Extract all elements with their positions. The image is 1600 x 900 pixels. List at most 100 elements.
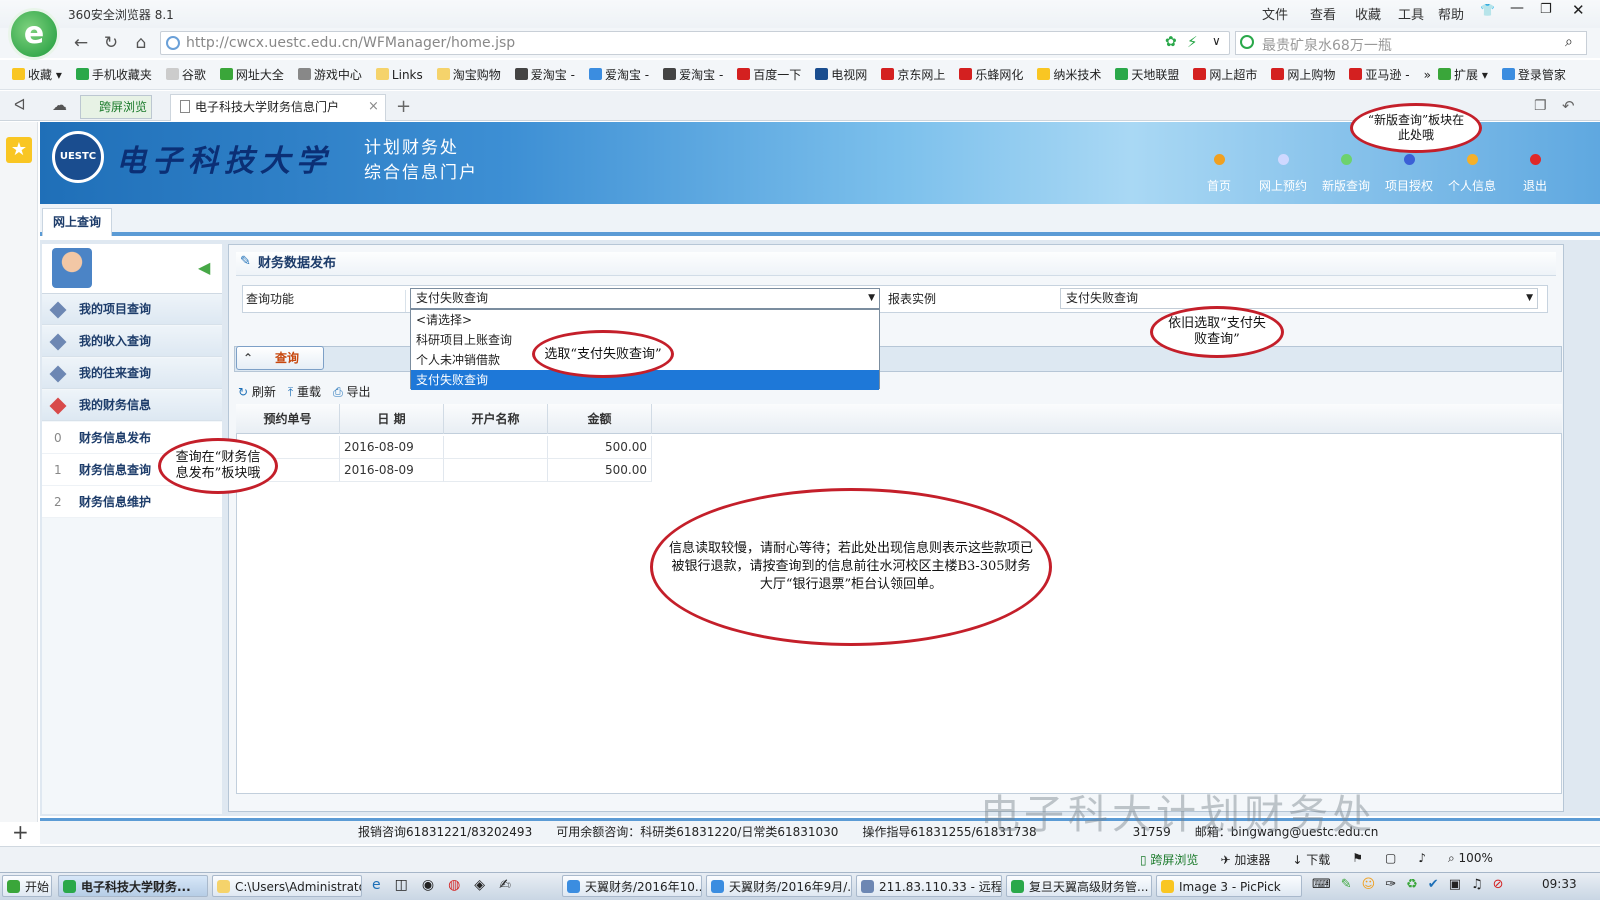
maximize-icon[interactable]: ❐ (1540, 2, 1552, 17)
tab-cross-screen[interactable]: 跨屏浏览 (80, 95, 152, 119)
bookmark-item[interactable]: 电视网 (815, 66, 867, 83)
task-folder-sep[interactable]: 天翼财务/2016年9月/... (706, 875, 852, 897)
star-icon[interactable]: ★ (6, 137, 32, 163)
extensions-button[interactable]: 扩展 ▾ (1438, 66, 1488, 83)
dropdown-arrow-icon[interactable]: ▼ (1526, 289, 1533, 308)
nav-personal-info[interactable]: 个人信息 (1445, 154, 1499, 194)
tray-icon[interactable]: ✎ (1341, 877, 1352, 892)
bookmark-item[interactable]: Links (375, 67, 423, 82)
speed-icon[interactable]: ⚡ (1187, 33, 1198, 51)
menu-favorites[interactable]: 收藏 (1355, 4, 1381, 23)
reload-button[interactable]: ⤒ 重载 (288, 383, 321, 400)
bookmark-item[interactable]: 收藏 ▾ (12, 66, 62, 83)
bookmark-item[interactable]: 谷歌 (165, 66, 206, 83)
bookmark-item[interactable]: 网上超市 (1193, 66, 1257, 83)
bookmark-item[interactable]: 亚马逊 - (1349, 66, 1410, 83)
tray-icon[interactable]: ♻ (1406, 877, 1418, 892)
bookmark-item[interactable]: 淘宝购物 (436, 66, 501, 83)
search-engine-icon[interactable] (1240, 35, 1254, 49)
refresh-icon[interactable]: ↻ (100, 32, 122, 54)
dropdown-option[interactable]: <请选择> (411, 310, 879, 330)
menu-tools[interactable]: 工具 (1398, 4, 1424, 23)
nav-new-query[interactable]: 新版查询 (1319, 154, 1373, 194)
more-bookmarks-icon[interactable]: » (1424, 68, 1431, 82)
column-header[interactable]: 预约单号 (236, 404, 340, 434)
media-icon[interactable]: ◉ (422, 877, 434, 893)
bookmark-item[interactable]: 百度一下 (737, 66, 801, 83)
ie-icon[interactable]: e (372, 877, 381, 893)
tab-active[interactable]: 电子科技大学财务信息门户 (170, 94, 386, 121)
sound-icon[interactable]: ♪ (1418, 851, 1426, 868)
home-icon[interactable]: ⌂ (130, 32, 152, 54)
network-icon[interactable]: ◈ (474, 877, 485, 893)
column-header[interactable]: 日 期 (340, 404, 444, 434)
query-button[interactable]: ⌃ 查询 (236, 346, 324, 370)
task-finance-manager[interactable]: 复旦天翼高级财务管... (1006, 875, 1152, 897)
pen-tool-icon[interactable]: ✍ (499, 877, 511, 893)
accelerator-button[interactable]: ✈ 加速器 (1220, 851, 1270, 868)
download-button[interactable]: ↓ 下载 (1292, 851, 1330, 868)
tray-icon[interactable]: ☺ (1362, 877, 1376, 892)
shirt-icon[interactable]: 👕 (1480, 3, 1495, 17)
search-input[interactable]: 最贵矿泉水68万一瓶 (1262, 35, 1392, 55)
dropdown-arrow-icon[interactable]: ▼ (868, 289, 875, 308)
sidebar-item-income-query[interactable]: 我的收入查询 (42, 326, 222, 357)
browser-logo-icon[interactable]: e (8, 8, 60, 60)
tray-icon[interactable]: ▣ (1449, 877, 1461, 892)
nav-project-auth[interactable]: 项目授权 (1382, 154, 1436, 194)
bookmark-item[interactable]: 纳米技术 (1037, 66, 1101, 83)
tray-icon[interactable]: ⊘ (1493, 877, 1504, 892)
sidebar-item-finance-info[interactable]: 我的财务信息 (42, 390, 222, 421)
query-function-select[interactable]: 支付失败查询 ▼ (410, 288, 880, 309)
tray-icon[interactable]: ✔ (1428, 877, 1439, 892)
search-icon[interactable]: ⌕ (1565, 34, 1573, 50)
cloud-icon[interactable]: ☁ (52, 96, 67, 114)
bookmark-item[interactable]: 爱淘宝 - (663, 66, 723, 83)
chevron-down-icon[interactable]: ∨ (1212, 34, 1221, 48)
add-icon[interactable]: + (12, 820, 29, 844)
security-icon[interactable]: ✿ (1165, 34, 1177, 50)
nav-logout[interactable]: 退出 (1508, 154, 1562, 194)
tray-icon[interactable]: ♫ (1471, 877, 1483, 892)
bookmark-item[interactable]: 爱淘宝 - (514, 66, 575, 83)
bookmark-item[interactable]: 乐蜂网化 (959, 66, 1023, 83)
task-browser[interactable]: 电子科技大学财务... (58, 875, 208, 897)
bookmark-item[interactable]: 游戏中心 (297, 66, 362, 83)
close-window-icon[interactable]: ✕ (1572, 1, 1585, 19)
restore-icon[interactable]: ❐ (1534, 98, 1547, 114)
menu-help[interactable]: 帮助 (1438, 4, 1464, 23)
report-instance-select[interactable]: 支付失败查询 ▼ (1060, 288, 1538, 309)
menu-view[interactable]: 查看 (1310, 4, 1336, 23)
undo-icon[interactable]: ↶ (1562, 97, 1575, 115)
new-tab-button[interactable]: + (396, 96, 411, 117)
app-icon[interactable]: ◫ (395, 877, 408, 893)
export-button[interactable]: ⎙ 导出 (333, 383, 370, 400)
collapse-arrow-icon[interactable]: ◀ (198, 258, 210, 277)
zoom-level[interactable]: ⌕ 100% (1448, 851, 1493, 868)
bookmark-item[interactable]: 手机收藏夹 (75, 66, 152, 83)
tab-back-icon[interactable]: ᐊ (14, 96, 26, 114)
refresh-button[interactable]: ↻ 刷新 (238, 383, 276, 400)
column-header[interactable]: 开户名称 (444, 404, 548, 434)
menu-file[interactable]: 文件 (1262, 4, 1288, 23)
window-icon[interactable]: ▢ (1385, 851, 1396, 868)
start-button[interactable]: 开始 (2, 875, 52, 897)
bookmark-item[interactable]: 京东网上 (881, 66, 945, 83)
column-header[interactable]: 金额 (548, 404, 652, 434)
flag-icon[interactable]: ⚑ (1352, 851, 1363, 868)
url-text[interactable]: http://cwcx.uestc.edu.cn/WFManager/home.… (186, 35, 515, 51)
bookmark-item[interactable]: 网址大全 (219, 66, 284, 83)
minimize-icon[interactable]: — (1510, 0, 1524, 16)
task-folder-oct[interactable]: 天翼财务/2016年10... (562, 875, 702, 897)
task-picpick[interactable]: Image 3 - PicPick (1156, 875, 1302, 897)
bookmark-item[interactable]: 爱淘宝 - (588, 66, 649, 83)
bookmark-item[interactable]: 网上购物 (1271, 66, 1335, 83)
nav-home[interactable]: 首页 (1192, 154, 1246, 194)
back-icon[interactable]: ← (70, 32, 92, 54)
bookmark-item[interactable]: 天地联盟 (1115, 66, 1179, 83)
keyboard-icon[interactable]: ⌨ (1312, 877, 1331, 892)
sidebar-item-project-query[interactable]: 我的项目查询 (42, 294, 222, 325)
close-tab-icon[interactable]: × (368, 99, 379, 114)
tray-icon[interactable]: ✑ (1385, 877, 1396, 892)
nav-appointment[interactable]: 网上预约 (1256, 154, 1310, 194)
